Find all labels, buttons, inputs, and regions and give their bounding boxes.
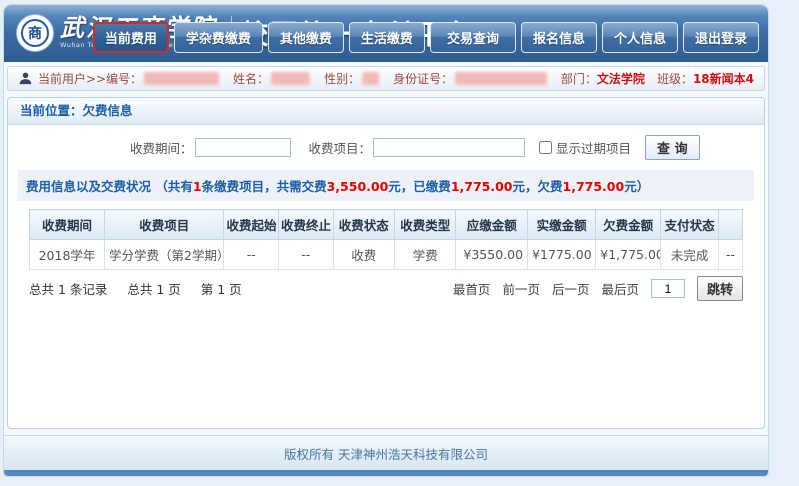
owed-amount: 1,775.00 xyxy=(563,179,625,194)
fees-table: 收费期间 收费项目 收费起始 收费终止 收费状态 收费类型 应缴金额 实缴金额 … xyxy=(29,209,743,270)
university-emblem-icon: 商 xyxy=(16,14,54,52)
pagination-controls: 最首页 前一页 后一页 最后页 跳转 xyxy=(453,276,743,301)
redacted-user-number xyxy=(144,72,219,85)
col-fee-type: 收费类型 xyxy=(395,210,456,240)
cell-amount-owed: ¥1,775.00 xyxy=(596,240,661,270)
cell-fee-start: -- xyxy=(224,240,279,270)
nav-tabs: 当前费用 学杂费缴费 其他缴费 生活缴费 交易查询 报名信息 个人信息 退出登录 xyxy=(93,22,759,53)
prev-page-link[interactable]: 前一页 xyxy=(502,279,540,298)
page-container: 商 武汉工商学院 Wuhan Technology And Business U… xyxy=(3,4,769,477)
cell-amount-due: ¥3550.00 xyxy=(456,240,528,270)
col-fee-status: 收费状态 xyxy=(333,210,394,240)
user-number-label: 当前用户>>编号： xyxy=(38,70,142,87)
tab-personal-info[interactable]: 个人信息 xyxy=(602,22,678,53)
col-amount-paid: 实缴金额 xyxy=(528,210,596,240)
first-page-link[interactable]: 最首页 xyxy=(453,279,491,298)
tab-other-payment[interactable]: 其他缴费 xyxy=(268,22,344,53)
cell-amount-paid: ¥1775.00 xyxy=(528,240,596,270)
fee-period-input[interactable] xyxy=(195,138,291,157)
cell-fee-item: 学分学费（第2学期） xyxy=(105,240,224,270)
col-amount-owed: 欠费金额 xyxy=(596,210,661,240)
table-header-row: 收费期间 收费项目 收费起始 收费终止 收费状态 收费类型 应缴金额 实缴金额 … xyxy=(30,210,743,240)
name-label: 姓名： xyxy=(233,70,269,87)
fee-item-input[interactable] xyxy=(373,138,525,157)
tab-current-fees[interactable]: 当前费用 xyxy=(93,22,169,53)
total-records-text: 总共 1 条记录 xyxy=(29,282,107,297)
pagination-info: 总共 1 条记录 总共 1 页 第 1 页 xyxy=(29,279,258,298)
col-fee-item: 收费项目 xyxy=(105,210,224,240)
paid-amount: 1,775.00 xyxy=(451,179,513,194)
cell-action-link[interactable]: -- xyxy=(719,240,743,270)
query-form: 收费期间： 收费项目： 显示过期项目 查 询 xyxy=(8,125,764,170)
col-fee-period: 收费期间 xyxy=(30,210,105,240)
redacted-id-number xyxy=(455,72,547,85)
total-pages-text: 总共 1 页 xyxy=(127,282,180,297)
cell-fee-end: -- xyxy=(279,240,334,270)
redacted-gender xyxy=(362,72,379,85)
item-count: 1 xyxy=(193,179,202,194)
show-expired-checkbox[interactable] xyxy=(539,141,552,154)
header: 商 武汉工商学院 Wuhan Technology And Business U… xyxy=(4,5,768,62)
redacted-name xyxy=(271,72,310,85)
class-value: 18新闻本4 xyxy=(693,70,754,87)
page-number-input[interactable] xyxy=(651,279,685,298)
fee-period-label: 收费期间： xyxy=(130,138,193,157)
tab-transaction-query[interactable]: 交易查询 xyxy=(430,22,516,53)
cell-fee-type: 学费 xyxy=(395,240,456,270)
main-panel: 当前位置：欠费信息 收费期间： 收费项目： 显示过期项目 查 询 费用信息以及交… xyxy=(7,97,765,429)
last-page-link[interactable]: 最后页 xyxy=(601,279,639,298)
cell-fee-period: 2018学年 xyxy=(30,240,105,270)
total-due-amount: 3,550.00 xyxy=(327,179,389,194)
col-payment-status: 支付状态 xyxy=(661,210,719,240)
user-icon xyxy=(18,71,33,86)
tab-tuition-payment[interactable]: 学杂费缴费 xyxy=(174,22,263,53)
tab-registration-info[interactable]: 报名信息 xyxy=(521,22,597,53)
tab-living-payment[interactable]: 生活缴费 xyxy=(349,22,425,53)
cell-fee-status: 收费 xyxy=(333,240,394,270)
pagination: 总共 1 条记录 总共 1 页 第 1 页 最首页 前一页 后一页 最后页 跳转 xyxy=(29,276,743,301)
jump-button[interactable]: 跳转 xyxy=(697,276,743,301)
gender-label: 性别： xyxy=(324,70,360,87)
copyright-text: 版权所有 天津神州浩天科技有限公司 xyxy=(284,447,488,462)
footer: 版权所有 天津神州浩天科技有限公司 xyxy=(4,435,768,470)
search-button[interactable]: 查 询 xyxy=(645,135,700,160)
breadcrumb: 当前位置：欠费信息 xyxy=(8,98,764,125)
fee-summary-detail: （共有1条缴费项目，共需交费3,550.00元，已缴费1,775.00元，欠费1… xyxy=(155,179,649,194)
col-fee-end: 收费终止 xyxy=(279,210,334,240)
user-info-bar: 当前用户>>编号： 姓名： 性别： 身份证号： 部门： 文法学院 班级： 18新… xyxy=(7,66,765,91)
next-page-link[interactable]: 后一页 xyxy=(552,279,590,298)
id-number-label: 身份证号： xyxy=(393,70,453,87)
table-row: 2018学年 学分学费（第2学期） -- -- 收费 学费 ¥3550.00 ¥… xyxy=(30,240,743,270)
fee-summary: 费用信息以及交费状况 （共有1条缴费项目，共需交费3,550.00元，已缴费1,… xyxy=(18,170,754,201)
department-label: 部门： xyxy=(561,70,597,87)
department-value: 文法学院 xyxy=(597,70,645,87)
show-expired-label: 显示过期项目 xyxy=(556,138,631,157)
fee-summary-title: 费用信息以及交费状况 xyxy=(26,179,151,194)
tab-logout[interactable]: 退出登录 xyxy=(683,22,759,53)
class-label: 班级： xyxy=(657,70,693,87)
col-action xyxy=(719,210,743,240)
cell-payment-status: 未完成 xyxy=(661,240,719,270)
col-amount-due: 应缴金额 xyxy=(456,210,528,240)
fee-item-label: 收费项目： xyxy=(309,138,372,157)
footer-strip xyxy=(4,470,768,476)
col-fee-start: 收费起始 xyxy=(224,210,279,240)
current-page-text: 第 1 页 xyxy=(201,282,242,297)
